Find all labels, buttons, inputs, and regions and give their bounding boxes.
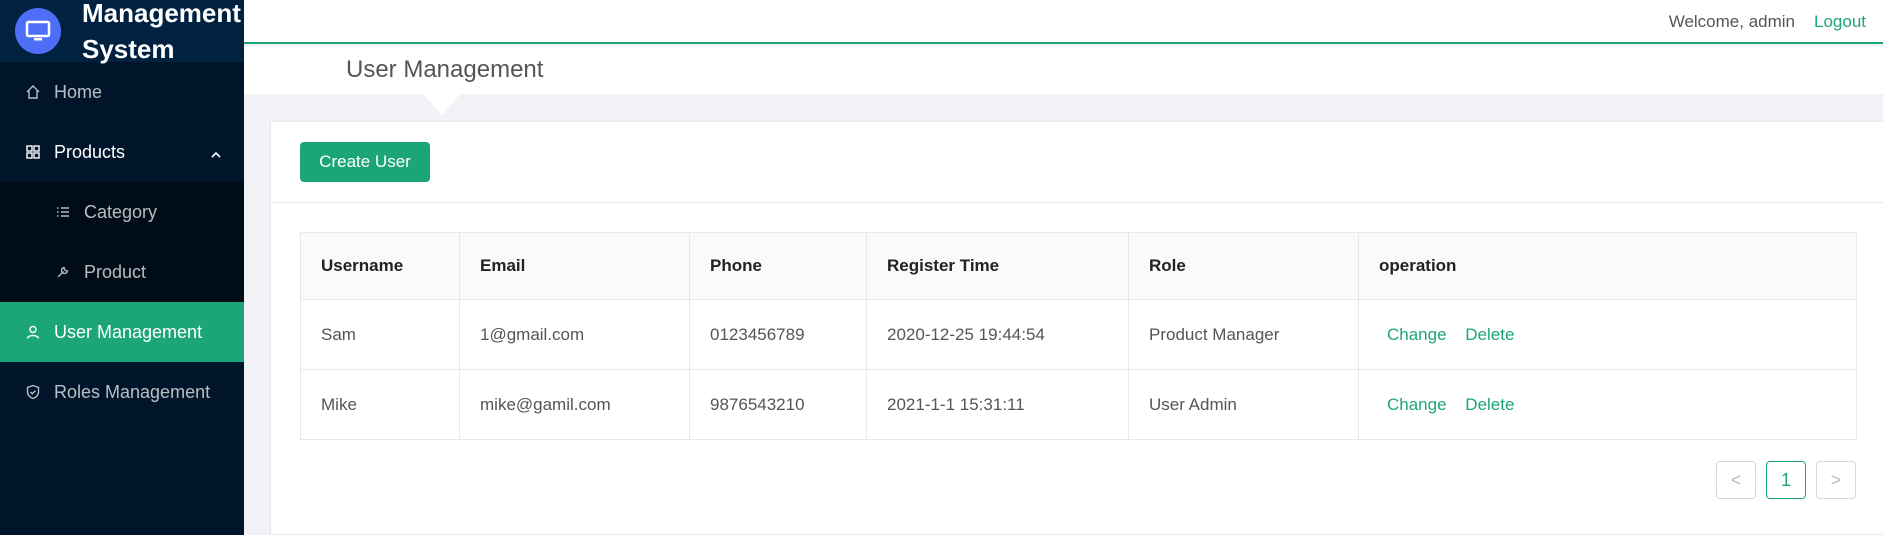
cell-phone: 0123456789 [689,299,867,370]
sidebar: Management System Home Products Category [0,0,244,535]
page-header: User Management [244,46,1883,116]
sidebar-item-products[interactable]: Products [0,122,244,182]
chevron-up-icon[interactable] [210,144,222,165]
sidebar-item-label: Product [84,261,147,282]
card-header: Create User [271,122,1883,203]
delete-link[interactable]: Delete [1465,325,1514,344]
sidebar-item-roles-management[interactable]: Roles Management [0,362,244,422]
table-header-row: Username Email Phone Register Time Role … [300,232,1857,300]
column-header-username[interactable]: Username [300,232,460,300]
home-icon [24,83,42,101]
cell-username: Mike [300,369,460,440]
cell-register-time: 2020-12-25 19:44:54 [866,299,1129,370]
cell-username: Sam [300,299,460,370]
column-header-email[interactable]: Email [459,232,690,300]
column-header-phone[interactable]: Phone [689,232,867,300]
create-user-button[interactable]: Create User [300,142,430,182]
prev-page-button[interactable]: < [1716,461,1756,499]
sidebar-item-user-management[interactable]: User Management [0,302,244,362]
next-page-button[interactable]: > [1816,461,1856,499]
cell-operation: Change Delete [1358,369,1857,440]
cell-operation: Change Delete [1358,299,1857,370]
title-pointer [424,94,460,116]
table-row: Sam 1@gmail.com 0123456789 2020-12-25 19… [300,299,1857,370]
welcome-text: Welcome, admin [1668,12,1795,31]
monitor-icon [15,8,61,54]
sidebar-menu: Home Products Category Product User Mana… [0,62,244,422]
sidebar-item-label: Home [54,81,103,102]
list-icon [54,203,72,221]
content-card: Create User Username Email Phone Registe… [270,121,1883,535]
cell-email: 1@gmail.com [459,299,690,370]
column-header-register-time[interactable]: Register Time [866,232,1129,300]
change-link[interactable]: Change [1387,325,1447,344]
logout-link[interactable]: Logout [1814,12,1866,32]
wrench-icon [54,263,72,281]
sidebar-item-label: Roles Management [54,381,211,402]
sidebar-item-label: Products [54,141,126,162]
change-link[interactable]: Change [1387,395,1447,414]
cell-email: mike@gamil.com [459,369,690,440]
user-icon [24,323,42,341]
cell-role: Product Manager [1128,299,1359,370]
grid-icon [24,143,42,161]
sidebar-item-product[interactable]: Product [0,242,244,302]
table-row: Mike mike@gamil.com 9876543210 2021-1-1 … [300,369,1857,440]
app-title: Management System [82,0,241,64]
cell-role: User Admin [1128,369,1359,440]
column-header-role[interactable]: Role [1128,232,1359,300]
page-title: User Management [346,56,544,83]
sidebar-item-label: Category [84,201,158,222]
sidebar-item-home[interactable]: Home [0,62,244,122]
shield-icon [24,383,42,401]
logo[interactable]: Management System [0,0,244,64]
pagination: < 1 > [1706,461,1856,499]
column-header-operation: operation [1358,232,1857,300]
delete-link[interactable]: Delete [1465,395,1514,414]
products-submenu: Category Product [0,182,244,302]
page-1-button[interactable]: 1 [1766,461,1806,499]
sidebar-item-category[interactable]: Category [0,182,244,242]
cell-register-time: 2021-1-1 15:31:11 [866,369,1129,440]
cell-phone: 9876543210 [689,369,867,440]
users-table: Username Email Phone Register Time Role … [300,232,1857,440]
header-user-area: Welcome, admin Logout [1669,0,1866,44]
top-header: Welcome, admin Logout [244,0,1883,44]
sidebar-item-label: User Management [54,321,203,342]
